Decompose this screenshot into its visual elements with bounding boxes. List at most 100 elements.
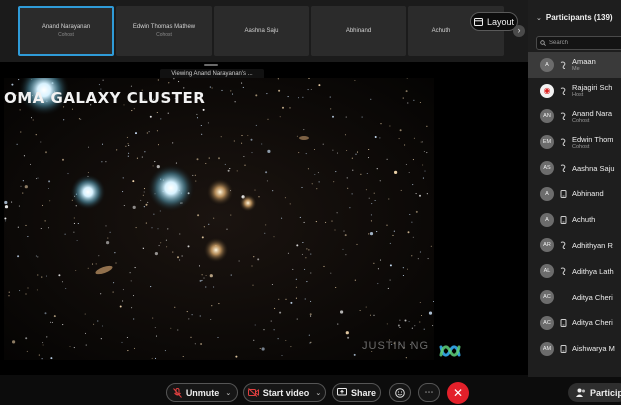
participant-search-box[interactable] — [536, 36, 621, 50]
webex-logo-icon — [439, 345, 461, 357]
photographer-watermark: JUSTIN NG — [362, 340, 430, 352]
participants-panel: ⌄Participants (139) A AmaanMe ◉ Rajagiri Sc… — [528, 0, 621, 377]
participants-button[interactable]: Particip — [568, 383, 621, 402]
thumbnail-role: Cohost — [58, 32, 74, 38]
share-label: Share — [350, 387, 376, 398]
participant-row[interactable]: AC Aditya Cheri — [528, 284, 621, 310]
phone-device-icon — [559, 318, 567, 327]
participant-name: Aditya Cheri — [572, 318, 613, 328]
participant-row[interactable]: ◉ Rajagiri Sch Host — [528, 78, 621, 104]
participant-row[interactable]: AL Adithya Lath — [528, 258, 621, 284]
audio-connected-icon — [559, 60, 567, 69]
phone-device-icon — [559, 344, 567, 353]
participant-text: Abhinand — [572, 189, 604, 198]
participant-name: Edwin Thom — [572, 134, 614, 144]
layout-button-label: Layout — [486, 16, 515, 27]
participant-name: Anand Nara — [572, 108, 613, 118]
participant-row[interactable]: AR Adhithyan R — [528, 233, 621, 259]
image-title-text: OMA GALAXY CLUSTER — [4, 89, 206, 107]
participant-row[interactable]: AN Anand Nara Cohost — [528, 104, 621, 130]
thumbnail-abhinand[interactable]: Abhinand — [311, 6, 406, 56]
participant-name: Achuth — [572, 215, 596, 225]
participant-name: Aishwarya M — [572, 344, 615, 354]
participant-row[interactable]: EM Edwin Thom Cohost — [528, 129, 621, 155]
unmute-button[interactable]: Unmute ⌄ — [166, 383, 238, 402]
participant-name: Amaan — [572, 57, 596, 67]
thumbnail-aashna-saju[interactable]: Aashna Saju — [214, 6, 309, 56]
participant-row[interactable]: AS Aashna Saju — [528, 155, 621, 181]
participant-thumbnail-strip: Anand Narayanan Cohost Edwin Thomas Math… — [0, 0, 528, 62]
audio-connected-icon — [559, 86, 567, 95]
participant-role: Cohost — [572, 143, 590, 150]
share-button[interactable]: Share — [332, 383, 381, 402]
share-screen-icon — [336, 388, 347, 396]
thumbnail-name: Edwin Thomas Mathew — [132, 24, 196, 30]
chevron-down-icon[interactable]: ⌄ — [315, 389, 321, 397]
participant-role: Me — [572, 66, 580, 73]
thumbnail-name: Abhinand — [345, 28, 372, 34]
drag-handle[interactable] — [204, 64, 218, 66]
participant-text: Aashna Saju — [572, 164, 615, 173]
galaxy-cluster-picture — [4, 78, 434, 360]
participant-row[interactable]: A Achuth — [528, 207, 621, 233]
participant-role: Host — [572, 92, 584, 99]
video-off-icon — [247, 388, 259, 397]
participant-row[interactable]: AC Aditya Cheri — [528, 310, 621, 336]
audio-connected-icon — [559, 138, 567, 147]
participant-row[interactable]: A Abhinand — [528, 181, 621, 207]
shared-galaxy-image: OMA GALAXY CLUSTER JUSTIN NG — [4, 78, 434, 360]
avatar: AC — [540, 315, 554, 330]
chevron-down-icon[interactable]: ⌄ — [536, 15, 542, 22]
participant-role: Cohost — [572, 117, 590, 124]
leave-meeting-button[interactable]: ✕ — [447, 382, 469, 404]
reactions-button[interactable] — [389, 383, 411, 402]
participants-panel-title: Participants (139) — [545, 13, 613, 22]
participant-name: Adhithyan R — [572, 240, 613, 250]
more-options-button[interactable]: ⋯ — [418, 383, 440, 402]
thumbnail-name: Anand Narayanan — [41, 24, 91, 30]
muted-mic-icon — [172, 387, 182, 398]
participant-text: Aishwarya M — [572, 344, 615, 353]
chevron-right-icon[interactable]: › — [513, 25, 525, 37]
participant-name: Abhinand — [572, 189, 604, 199]
unmute-label: Unmute — [185, 387, 220, 398]
avatar: EM — [540, 135, 554, 150]
participant-text: Edwin Thom Cohost — [572, 135, 614, 150]
participant-text: Achuth — [572, 215, 595, 224]
layout-button[interactable]: Layout — [470, 12, 518, 31]
audio-connected-icon — [559, 112, 567, 121]
participant-name: Rajagiri Sch — [572, 83, 613, 93]
participant-name: Aashna Saju — [572, 163, 615, 173]
search-input[interactable] — [549, 40, 619, 46]
phone-device-icon — [559, 189, 567, 198]
participant-text: Aditya Cheri — [572, 318, 613, 327]
ellipsis-icon: ⋯ — [424, 387, 434, 397]
participants-button-label: Particip — [590, 387, 621, 398]
avatar: ◉ — [540, 83, 554, 98]
avatar: A — [540, 186, 554, 201]
search-icon — [540, 40, 546, 46]
avatar: A — [540, 57, 554, 72]
avatar: AN — [540, 109, 554, 124]
thumbnail-edwin-thomas-mathew[interactable]: Edwin Thomas Mathew Cohost — [116, 6, 212, 56]
audio-connected-icon — [559, 241, 567, 250]
avatar: AS — [540, 161, 554, 176]
thumbnail-name: Achuth — [431, 28, 451, 34]
participants-panel-header[interactable]: ⌄ Participants (139) — [536, 13, 613, 22]
participant-text: Adhithyan R — [572, 241, 613, 250]
participant-row[interactable]: AM Aishwarya M — [528, 336, 621, 362]
smiley-icon — [395, 387, 405, 398]
participant-text: Anand Nara Cohost — [572, 109, 612, 124]
start-video-button[interactable]: Start video ⌄ — [243, 383, 326, 402]
participant-row[interactable]: A Amaan Me — [528, 52, 621, 78]
participant-text: Adithya Lath — [572, 267, 614, 276]
avatar: A — [540, 212, 554, 227]
chevron-down-icon[interactable]: ⌄ — [225, 389, 231, 397]
thumbnail-anand-narayanan[interactable]: Anand Narayanan Cohost — [18, 6, 114, 56]
participant-name: Aditya Cheri — [572, 292, 613, 302]
participant-text: Amaan Me — [572, 57, 596, 72]
avatar: AC — [540, 290, 554, 305]
avatar: AM — [540, 341, 554, 356]
phone-device-icon — [559, 215, 567, 224]
avatar: AR — [540, 238, 554, 253]
